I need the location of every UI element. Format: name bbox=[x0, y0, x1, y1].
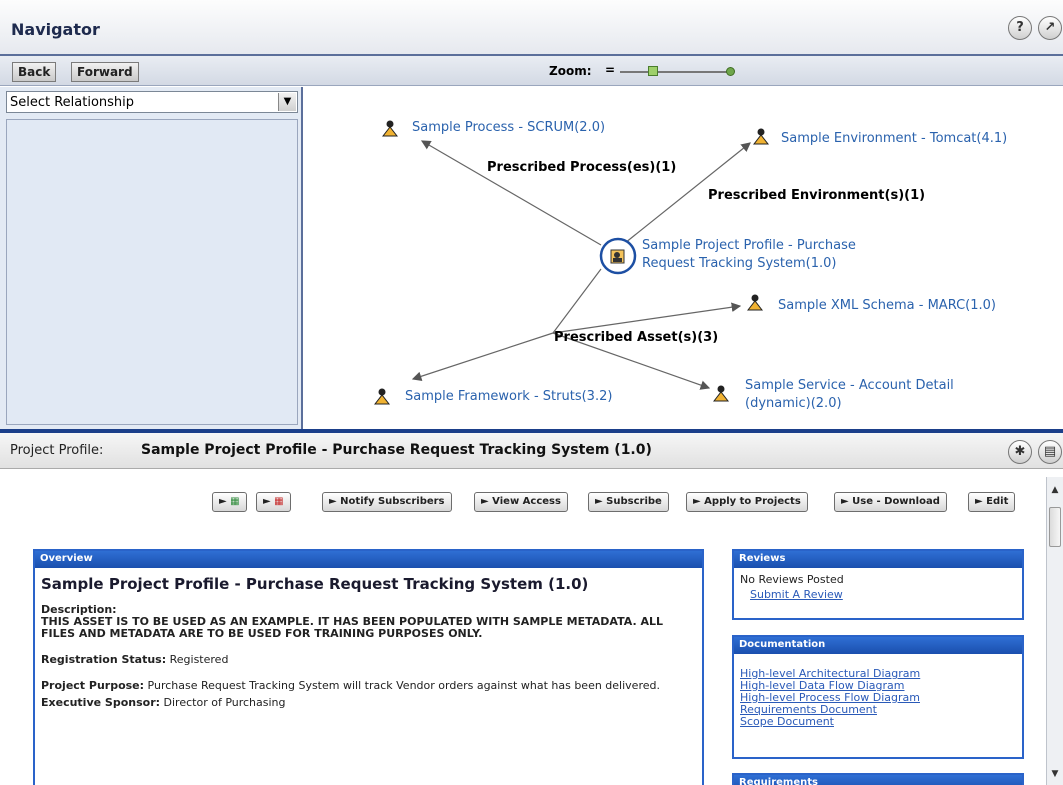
zoom-out-icon[interactable]: = bbox=[605, 63, 615, 77]
notify-subscribers-button[interactable]: ► Notify Subscribers bbox=[322, 492, 452, 512]
sponsor-value: Director of Purchasing bbox=[163, 696, 286, 709]
spreadsheet-icon: ▦ bbox=[230, 496, 240, 507]
center-node-line-1[interactable]: Sample Project Profile - Purchase bbox=[642, 237, 856, 255]
center-node-line-2[interactable]: Request Tracking System(1.0) bbox=[642, 255, 856, 273]
chevron-down-icon[interactable]: ▼ bbox=[278, 93, 296, 111]
use-download-label: Use - Download bbox=[852, 496, 940, 507]
node-service-line-1[interactable]: Sample Service - Account Detail bbox=[745, 377, 954, 395]
center-node-label[interactable]: Sample Project Profile - Purchase Reques… bbox=[642, 237, 856, 273]
zoom-slider-track[interactable] bbox=[620, 71, 730, 73]
relationship-select-value: Select Relationship bbox=[10, 95, 135, 110]
project-profile-icon[interactable] bbox=[609, 247, 627, 265]
node-service[interactable]: Sample Service - Account Detail (dynamic… bbox=[745, 377, 954, 413]
apply-to-projects-label: Apply to Projects bbox=[704, 496, 801, 507]
description-text: THIS ASSET IS TO BE USED AS AN EXAMPLE. … bbox=[41, 615, 663, 640]
submit-review-link[interactable]: Submit A Review bbox=[740, 589, 1016, 601]
asset-person-icon[interactable] bbox=[373, 387, 391, 405]
node-process[interactable]: Sample Process - SCRUM(2.0) bbox=[412, 119, 605, 137]
node-framework[interactable]: Sample Framework - Struts(3.2) bbox=[405, 388, 612, 406]
registration-label: Registration Status: bbox=[41, 653, 167, 666]
notify-subscribers-label: Notify Subscribers bbox=[340, 496, 445, 507]
scroll-down-icon[interactable]: ▼ bbox=[1048, 767, 1062, 781]
back-button[interactable]: Back bbox=[12, 62, 57, 82]
apply-to-projects-button[interactable]: ► Apply to Projects bbox=[686, 492, 808, 512]
subscribe-button[interactable]: ► Subscribe bbox=[588, 492, 669, 512]
navigator-title: Navigator bbox=[11, 20, 100, 39]
requirements-box: Requirements bbox=[732, 773, 1024, 785]
pdf-icon: ▦ bbox=[274, 496, 284, 507]
sponsor-label: Executive Sponsor: bbox=[41, 696, 161, 709]
detail-type-label: Project Profile: bbox=[10, 443, 104, 458]
edge-label-assets[interactable]: Prescribed Asset(s)(3) bbox=[554, 330, 718, 345]
asset-person-icon[interactable] bbox=[752, 127, 770, 145]
view-access-label: View Access bbox=[492, 496, 561, 507]
requirements-header: Requirements bbox=[734, 775, 1022, 785]
doc-link-scope[interactable]: Scope Document bbox=[740, 716, 1016, 728]
reviews-header: Reviews bbox=[734, 551, 1022, 568]
asset-person-icon[interactable] bbox=[746, 293, 764, 311]
subscribe-label: Subscribe bbox=[606, 496, 662, 507]
overview-title: Sample Project Profile - Purchase Reques… bbox=[41, 575, 589, 593]
navigator-toolbar: Back Forward Zoom: = bbox=[0, 56, 1063, 86]
zoom-in-icon[interactable] bbox=[726, 67, 735, 76]
documentation-header: Documentation bbox=[734, 637, 1022, 654]
edge-label-environment[interactable]: Prescribed Environment(s)(1) bbox=[708, 188, 925, 203]
asset-person-icon[interactable] bbox=[712, 384, 730, 402]
zoom-label: Zoom: bbox=[549, 64, 592, 78]
node-service-line-2[interactable]: (dynamic)(2.0) bbox=[745, 395, 954, 413]
edge-assets bbox=[552, 268, 602, 334]
purpose-label: Project Purpose: bbox=[41, 679, 145, 692]
edge-label-process[interactable]: Prescribed Process(es)(1) bbox=[487, 160, 676, 175]
scroll-thumb[interactable] bbox=[1049, 507, 1061, 547]
overview-box: Overview Sample Project Profile - Purcha… bbox=[33, 549, 704, 785]
edge-process bbox=[420, 140, 602, 246]
export-spreadsheet-button[interactable]: ► ▦ bbox=[212, 492, 247, 512]
relationship-list[interactable] bbox=[6, 119, 298, 425]
relationship-select[interactable]: Select Relationship ▼ bbox=[6, 91, 298, 113]
node-environment[interactable]: Sample Environment - Tomcat(4.1) bbox=[781, 130, 1007, 148]
purpose-value: Purchase Request Tracking System will tr… bbox=[147, 679, 660, 692]
edit-button[interactable]: ► Edit bbox=[968, 492, 1016, 512]
export-pdf-button[interactable]: ► ▦ bbox=[256, 492, 291, 512]
view-access-button[interactable]: ► View Access bbox=[474, 492, 568, 512]
settings-gear-icon[interactable]: ✱ bbox=[1008, 440, 1032, 464]
detail-scrollbar[interactable]: ▲ ▼ bbox=[1046, 477, 1063, 785]
documentation-box: Documentation High-level Architectural D… bbox=[732, 635, 1024, 759]
help-icon[interactable]: ? bbox=[1008, 16, 1032, 40]
node-xml-schema[interactable]: Sample XML Schema - MARC(1.0) bbox=[778, 297, 996, 315]
use-download-button[interactable]: ► Use - Download bbox=[834, 492, 947, 512]
no-reviews-text: No Reviews Posted bbox=[740, 573, 844, 586]
edge-framework bbox=[411, 332, 554, 381]
asset-person-icon[interactable] bbox=[381, 119, 399, 137]
relationship-panel: Select Relationship ▼ bbox=[0, 87, 303, 429]
document-icon[interactable]: ▤ bbox=[1038, 440, 1062, 464]
edit-label: Edit bbox=[986, 496, 1009, 507]
registration-value: Registered bbox=[169, 653, 229, 666]
overview-header: Overview bbox=[35, 551, 702, 568]
navigator-header: Navigator ? ↗ bbox=[0, 0, 1063, 56]
detail-asset-name: Sample Project Profile - Purchase Reques… bbox=[141, 442, 652, 458]
edge-xml bbox=[552, 302, 742, 334]
forward-button[interactable]: Forward bbox=[71, 62, 139, 82]
scroll-up-icon[interactable]: ▲ bbox=[1048, 483, 1062, 497]
maximize-icon[interactable]: ↗ bbox=[1038, 16, 1062, 40]
detail-header: Project Profile: Sample Project Profile … bbox=[0, 433, 1063, 469]
relationship-graph[interactable]: Sample Project Profile - Purchase Reques… bbox=[305, 87, 1063, 429]
zoom-slider-handle[interactable] bbox=[648, 66, 658, 76]
reviews-box: Reviews No Reviews Posted Submit A Revie… bbox=[732, 549, 1024, 620]
